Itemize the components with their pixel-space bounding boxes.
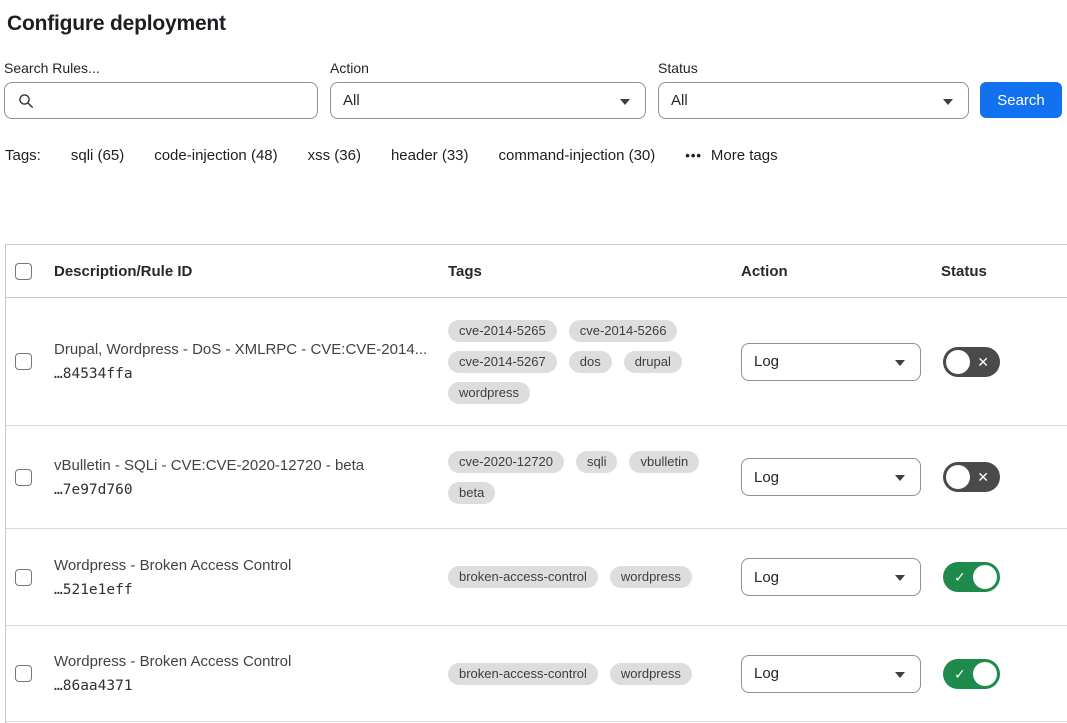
status-toggle[interactable]: ✓	[943, 562, 1000, 592]
tag-pill: broken-access-control	[448, 566, 598, 588]
rule-description: Wordpress - Broken Access Control	[54, 557, 434, 574]
tags-bar: Tags: sqli (65) code-injection (48) xss …	[5, 147, 778, 164]
select-all-checkbox[interactable]	[15, 263, 32, 280]
tag-pill: wordpress	[610, 663, 692, 685]
row-action-select[interactable]: Log	[741, 558, 921, 596]
column-header-action: Action	[741, 263, 941, 280]
status-toggle[interactable]: ✓	[943, 659, 1000, 689]
rule-description: vBulletin - SQLi - CVE:CVE-2020-12720 - …	[54, 457, 434, 474]
action-filter-select[interactable]: All	[330, 82, 646, 119]
row-action-select-wrap: Log	[741, 458, 921, 496]
row-action-select[interactable]: Log	[741, 655, 921, 693]
column-header-status: Status	[941, 263, 1067, 280]
tag-pill: wordpress	[448, 382, 530, 404]
filter-bar: Search Rules... Action All Status All	[4, 60, 1063, 119]
row-checkbox[interactable]	[15, 353, 32, 370]
page-title: Configure deployment	[7, 12, 226, 36]
table-row: Wordpress - Broken Access Control …86aa4…	[6, 626, 1067, 722]
toggle-glyph-icon: ✕	[977, 355, 989, 369]
table-body: Drupal, Wordpress - DoS - XMLRPC - CVE:C…	[6, 298, 1067, 722]
rule-tags: cve-2014-5265 cve-2014-5266 cve-2014-5267 d…	[448, 320, 741, 404]
configure-deployment-page: Configure deployment Search Rules... Act…	[0, 0, 1067, 723]
table-header-row: Description/Rule ID Tags Action Status	[6, 245, 1067, 298]
action-filter-label: Action	[330, 60, 646, 76]
tag-filter-sqli[interactable]: sqli (65)	[71, 147, 124, 164]
tag-pill: cve-2014-5267	[448, 351, 557, 373]
row-action-select[interactable]: Log	[741, 458, 921, 496]
ellipsis-icon: •••	[685, 149, 702, 162]
tag-filter-header[interactable]: header (33)	[391, 147, 469, 164]
toggle-knob	[973, 662, 997, 686]
tag-pill: vbulletin	[629, 451, 699, 473]
status-filter-select[interactable]: All	[658, 82, 969, 119]
rule-tags: cve-2020-12720 sqli vbulletin beta	[448, 451, 741, 504]
tag-pill: cve-2014-5266	[569, 320, 678, 342]
column-header-description: Description/Rule ID	[54, 263, 448, 280]
row-checkbox[interactable]	[15, 665, 32, 682]
rule-description: Drupal, Wordpress - DoS - XMLRPC - CVE:C…	[54, 341, 434, 358]
rule-id: …84534ffa	[54, 366, 434, 382]
row-checkbox[interactable]	[15, 469, 32, 486]
tag-pill: beta	[448, 482, 495, 504]
toggle-knob	[946, 465, 970, 489]
tag-pill: sqli	[576, 451, 618, 473]
table-row: vBulletin - SQLi - CVE:CVE-2020-12720 - …	[6, 426, 1067, 529]
tag-pill: cve-2014-5265	[448, 320, 557, 342]
row-action-select-wrap: Log	[741, 343, 921, 381]
rule-id: …521e1eff	[54, 582, 434, 598]
tag-pill: drupal	[624, 351, 682, 373]
toggle-knob	[946, 350, 970, 374]
tag-filter-code-injection[interactable]: code-injection (48)	[154, 147, 277, 164]
status-filter-select-wrap: All	[658, 82, 969, 119]
tag-pill: cve-2020-12720	[448, 451, 564, 473]
row-action-select[interactable]: Log	[741, 343, 921, 381]
rules-table: Description/Rule ID Tags Action Status D…	[5, 244, 1067, 723]
more-tags-button[interactable]: ••• More tags	[685, 147, 777, 164]
rule-id: …86aa4371	[54, 678, 434, 694]
status-toggle[interactable]: ✕	[943, 347, 1000, 377]
rule-tags: broken-access-control wordpress	[448, 566, 741, 588]
row-checkbox[interactable]	[15, 569, 32, 586]
search-rules-input[interactable]	[4, 82, 318, 119]
action-filter-select-wrap: All	[330, 82, 646, 119]
tag-filter-xss[interactable]: xss (36)	[308, 147, 361, 164]
rule-id: …7e97d760	[54, 482, 434, 498]
rule-description: Wordpress - Broken Access Control	[54, 653, 434, 670]
toggle-glyph-icon: ✓	[954, 570, 966, 584]
toggle-glyph-icon: ✓	[954, 667, 966, 681]
toggle-knob	[973, 565, 997, 589]
tag-pill: wordpress	[610, 566, 692, 588]
status-filter-label: Status	[658, 60, 969, 76]
column-header-tags: Tags	[448, 263, 741, 280]
status-toggle[interactable]: ✕	[943, 462, 1000, 492]
row-action-select-wrap: Log	[741, 655, 921, 693]
tag-pill: dos	[569, 351, 612, 373]
rule-tags: broken-access-control wordpress	[448, 663, 741, 685]
toggle-glyph-icon: ✕	[977, 470, 989, 484]
table-row: Wordpress - Broken Access Control …521e1…	[6, 529, 1067, 626]
more-tags-label: More tags	[711, 147, 778, 164]
table-row: Drupal, Wordpress - DoS - XMLRPC - CVE:C…	[6, 298, 1067, 426]
row-action-select-wrap: Log	[741, 558, 921, 596]
tag-filter-command-injection[interactable]: command-injection (30)	[499, 147, 656, 164]
search-icon	[18, 93, 34, 109]
tags-bar-label: Tags:	[5, 147, 41, 164]
search-rules-label: Search Rules...	[4, 60, 318, 76]
search-button[interactable]: Search	[980, 82, 1062, 118]
tag-pill: broken-access-control	[448, 663, 598, 685]
